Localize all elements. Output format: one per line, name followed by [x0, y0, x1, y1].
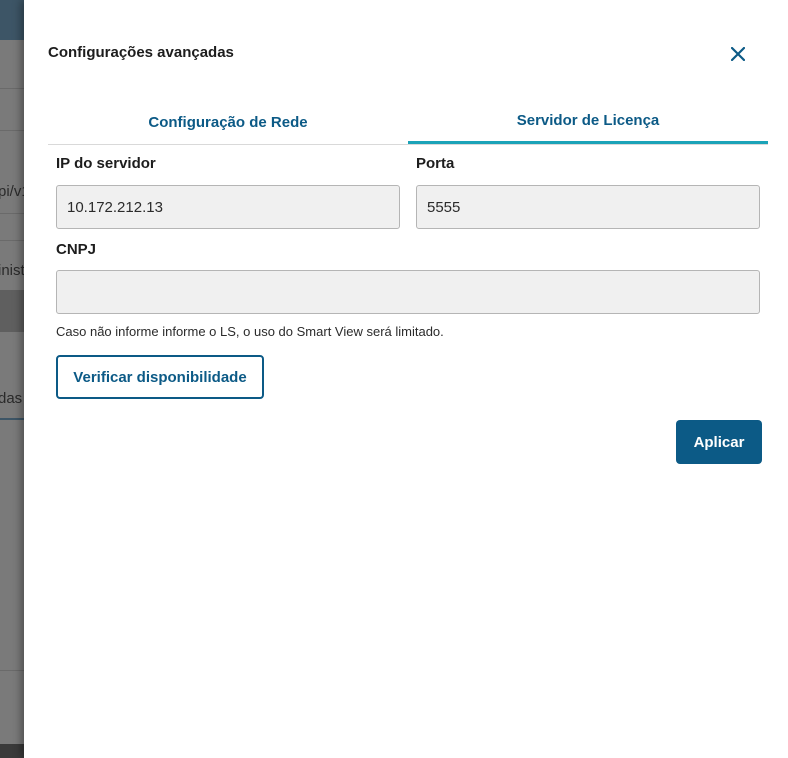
- close-icon: [731, 47, 745, 61]
- verify-availability-button[interactable]: Verificar disponibilidade: [56, 355, 264, 399]
- tab-network-config[interactable]: Configuração de Rede: [48, 100, 408, 144]
- modal-title: Configurações avançadas: [48, 44, 234, 61]
- cnpj-input[interactable]: [56, 270, 760, 314]
- server-ip-input[interactable]: [56, 185, 400, 229]
- background-text: inist: [0, 262, 25, 279]
- port-label: Porta: [416, 155, 455, 172]
- background-text: das: [0, 390, 23, 407]
- tab-bar: Configuração de Rede Servidor de Licença: [48, 100, 768, 145]
- close-button[interactable]: [724, 40, 752, 68]
- apply-button[interactable]: Aplicar: [676, 420, 762, 464]
- advanced-settings-modal: Configurações avançadas Configuração de …: [24, 0, 788, 758]
- port-input[interactable]: [416, 185, 760, 229]
- license-hint-text: Caso não informe informe o LS, o uso do …: [56, 324, 444, 339]
- tab-license-server[interactable]: Servidor de Licença: [408, 100, 768, 144]
- server-ip-label: IP do servidor: [56, 155, 156, 172]
- cnpj-label: CNPJ: [56, 241, 97, 258]
